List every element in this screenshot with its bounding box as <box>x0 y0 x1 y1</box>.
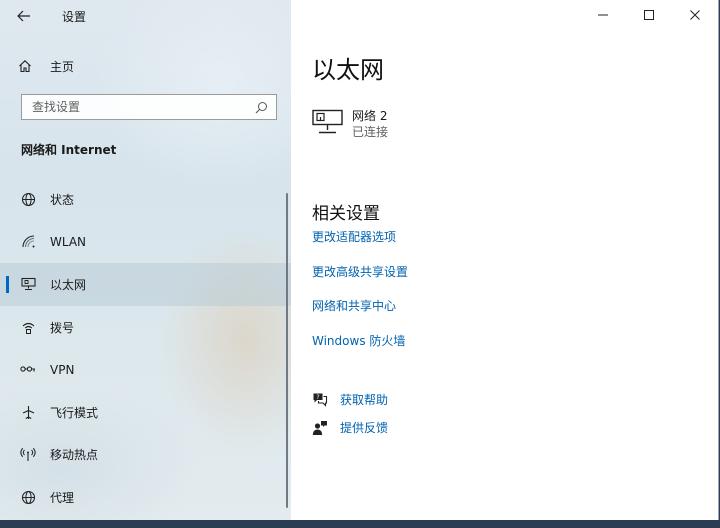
sidebar-item-label: 移动热点 <box>50 448 99 463</box>
get-help-link[interactable]: ? 获取帮助 <box>312 391 388 408</box>
network-sharing-center-link[interactable]: 网络和共享中心 <box>312 297 396 314</box>
sidebar-item-vpn[interactable]: VPN <box>0 348 291 391</box>
sidebar-item-label: VPN <box>50 362 75 377</box>
sidebar-item-label: 以太网 <box>50 277 87 292</box>
dialup-icon <box>20 319 36 335</box>
network-connection-status: 已连接 <box>352 125 389 139</box>
globe-status-icon <box>20 191 36 207</box>
sidebar-scrollbar[interactable] <box>286 193 288 508</box>
related-settings-heading: 相关设置 <box>312 204 380 224</box>
sidebar-item-label: 飞行模式 <box>50 405 99 420</box>
maximize-button[interactable] <box>626 0 672 30</box>
search-input[interactable] <box>22 96 250 118</box>
sidebar-item-label: 状态 <box>50 192 75 207</box>
close-icon <box>690 10 700 20</box>
network-status[interactable]: 网络 2 已连接 <box>312 108 388 140</box>
search-icon[interactable] <box>250 101 272 114</box>
sidebar-item-label: 代理 <box>50 490 75 505</box>
back-arrow-icon <box>17 10 30 22</box>
change-adapter-options-link[interactable]: 更改适配器选项 <box>312 228 396 245</box>
svg-text:?: ? <box>316 394 319 401</box>
network-name: 网络 2 <box>352 109 388 123</box>
minimize-icon <box>598 14 608 16</box>
give-feedback-label: 提供反馈 <box>340 421 389 435</box>
ethernet-network-icon <box>312 109 344 137</box>
hotspot-icon <box>20 447 36 463</box>
minimize-button[interactable] <box>580 0 626 30</box>
sidebar-item-ethernet[interactable]: 以太网 <box>0 263 291 306</box>
get-help-label: 获取帮助 <box>340 393 389 407</box>
sidebar-item-proxy[interactable]: 代理 <box>0 476 291 519</box>
help-chat-icon: ? <box>312 392 328 408</box>
page-title: 以太网 <box>312 56 384 84</box>
sidebar-item-dialup[interactable]: 拨号 <box>0 306 291 349</box>
back-button[interactable] <box>14 6 34 26</box>
change-advanced-sharing-link[interactable]: 更改高级共享设置 <box>312 263 408 280</box>
section-heading: 网络和 Internet <box>21 143 117 157</box>
caption-buttons <box>580 0 718 30</box>
home-nav-item[interactable]: 主页 <box>18 56 74 76</box>
home-label: 主页 <box>50 59 75 74</box>
globe-icon <box>20 489 36 505</box>
ethernet-icon <box>20 276 36 292</box>
network-info: 网络 2 已连接 <box>352 108 388 140</box>
sidebar-item-label: WLAN <box>50 234 87 249</box>
sidebar-item-wlan[interactable]: WLAN <box>0 221 291 264</box>
sidebar: 设置 主页 网络和 Internet <box>0 0 291 520</box>
sidebar-item-label: 拨号 <box>50 320 75 335</box>
sidebar-nav: 状态 WLAN 以太网 拨号 VPN 飞行模式 移动热点 代理 <box>0 178 291 519</box>
maximize-icon <box>644 10 654 20</box>
settings-window: 设置 主页 网络和 Internet <box>0 0 719 520</box>
app-title: 设置 <box>62 10 87 24</box>
wifi-icon <box>20 234 36 250</box>
sidebar-item-mobile-hotspot[interactable]: 移动热点 <box>0 434 291 477</box>
sidebar-item-airplane-mode[interactable]: 飞行模式 <box>0 391 291 434</box>
main-content: 以太网 网络 2 已连接 相关设置 更改适配器选项 更改高级共享设置 网络和共享… <box>291 0 718 520</box>
airplane-icon <box>20 404 36 420</box>
home-icon <box>18 58 34 74</box>
close-button[interactable] <box>672 0 718 30</box>
sidebar-item-status[interactable]: 状态 <box>0 178 291 221</box>
feedback-icon <box>312 420 328 436</box>
windows-firewall-link[interactable]: Windows 防火墙 <box>312 332 405 349</box>
title-bar: 设置 <box>0 0 291 32</box>
vpn-icon <box>20 362 36 378</box>
give-feedback-link[interactable]: 提供反馈 <box>312 419 388 436</box>
search-box[interactable] <box>21 94 277 120</box>
